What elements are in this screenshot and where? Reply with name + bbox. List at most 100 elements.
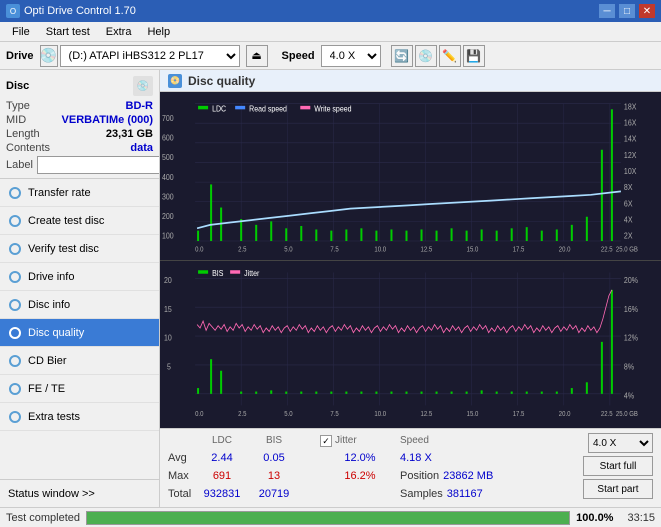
chart1-area: LDC Read speed Write speed xyxy=(160,92,661,260)
svg-text:100: 100 xyxy=(162,231,174,241)
svg-text:20.0: 20.0 xyxy=(559,246,571,253)
disc-quality-icon xyxy=(8,326,22,340)
samples-val: 381167 xyxy=(447,485,483,503)
jitter-label: Jitter xyxy=(335,433,357,449)
position-row: Position 23862 MB xyxy=(400,467,493,485)
speed-header: Speed xyxy=(400,433,450,449)
svg-text:17.5: 17.5 xyxy=(513,246,525,253)
content-area: 📀 Disc quality xyxy=(160,70,661,507)
svg-text:15.0: 15.0 xyxy=(467,246,479,253)
stats-total-bis: 20719 xyxy=(248,485,300,503)
svg-text:20%: 20% xyxy=(624,275,638,285)
stats-max-ldc: 691 xyxy=(196,467,248,485)
disc-length-val: 23,31 GB xyxy=(106,128,153,140)
svg-text:400: 400 xyxy=(162,172,174,182)
save-button[interactable]: 💾 xyxy=(463,45,485,67)
sidebar-label-verify-test-disc: Verify test disc xyxy=(28,243,99,255)
svg-text:10X: 10X xyxy=(624,167,636,177)
disc-type-key: Type xyxy=(6,100,30,112)
svg-text:14X: 14X xyxy=(624,134,636,144)
menu-bar: File Start test Extra Help xyxy=(0,22,661,42)
minimize-button[interactable]: ─ xyxy=(599,4,615,18)
svg-text:22.5: 22.5 xyxy=(601,246,613,253)
svg-text:12%: 12% xyxy=(624,333,638,343)
svg-text:25.0 GB: 25.0 GB xyxy=(616,246,638,253)
svg-text:5.0: 5.0 xyxy=(284,410,293,417)
speed-select[interactable]: 4.0 X 2.0 X 1.0 X xyxy=(321,45,381,67)
sidebar-item-drive-info[interactable]: Drive info xyxy=(0,263,159,291)
progress-area: Test completed 100.0% 33:15 xyxy=(0,507,661,527)
start-full-button[interactable]: Start full xyxy=(583,456,653,476)
menu-start-test[interactable]: Start test xyxy=(38,24,98,40)
drive-bar: Drive 💿 (D:) ATAPI iHBS312 2 PL17 ⏏ Spee… xyxy=(0,42,661,70)
menu-help[interactable]: Help xyxy=(139,24,178,40)
close-button[interactable]: ✕ xyxy=(639,4,655,18)
sidebar-item-disc-info[interactable]: Disc info xyxy=(0,291,159,319)
svg-text:200: 200 xyxy=(162,212,174,222)
eject-button[interactable]: ⏏ xyxy=(246,45,268,67)
refresh-button[interactable]: 🔄 xyxy=(391,45,413,67)
svg-text:20.0: 20.0 xyxy=(559,410,571,417)
svg-text:12.5: 12.5 xyxy=(421,410,433,417)
svg-text:22.5: 22.5 xyxy=(601,410,613,417)
sidebar-item-transfer-rate[interactable]: Transfer rate xyxy=(0,179,159,207)
drive-action-btns: 🔄 💿 ✏️ 💾 xyxy=(391,45,485,67)
progress-bar-container xyxy=(86,511,570,525)
disc-label-input[interactable] xyxy=(37,156,160,174)
disc-icon-btn[interactable]: 💿 xyxy=(133,76,153,96)
position-label: Position xyxy=(400,467,439,485)
disc-quality-icon-header: 📀 xyxy=(168,74,182,88)
stats-avg-row: Avg 2.44 0.05 12.0% 4.18 X xyxy=(168,449,579,467)
menu-extra[interactable]: Extra xyxy=(98,24,140,40)
sidebar-item-fe-te[interactable]: FE / TE xyxy=(0,375,159,403)
start-part-button[interactable]: Start part xyxy=(583,479,653,499)
svg-text:16X: 16X xyxy=(624,118,636,128)
disc-mid-row: MID VERBATIMe (000) xyxy=(6,114,153,126)
maximize-button[interactable]: □ xyxy=(619,4,635,18)
stats-max-jitter: 16.2% xyxy=(320,467,400,485)
menu-file[interactable]: File xyxy=(4,24,38,40)
svg-text:Write speed: Write speed xyxy=(314,104,351,114)
stats-speed-select[interactable]: 4.0 X 2.0 X xyxy=(588,433,653,453)
svg-text:BIS: BIS xyxy=(212,268,223,278)
stats-max-label: Max xyxy=(168,467,196,485)
status-window[interactable]: Status window >> xyxy=(0,479,159,507)
drive-select[interactable]: (D:) ATAPI iHBS312 2 PL17 xyxy=(60,45,240,67)
sidebar-item-extra-tests[interactable]: Extra tests xyxy=(0,403,159,431)
charts-container: LDC Read speed Write speed xyxy=(160,92,661,428)
disc-info-panel: Disc 💿 Type BD-R MID VERBATIMe (000) Len… xyxy=(0,70,159,179)
svg-text:20: 20 xyxy=(164,275,172,285)
progress-pct: 100.0% xyxy=(576,512,613,524)
sidebar-item-disc-quality[interactable]: Disc quality xyxy=(0,319,159,347)
svg-text:500: 500 xyxy=(162,153,174,163)
disc-contents-key: Contents xyxy=(6,142,50,154)
svg-text:600: 600 xyxy=(162,133,174,143)
sidebar-item-cd-bier[interactable]: CD Bier xyxy=(0,347,159,375)
disc-info-header: Disc 💿 xyxy=(6,76,153,96)
speed-label: Speed xyxy=(282,50,315,62)
svg-text:2.5: 2.5 xyxy=(238,246,247,253)
sidebar-item-verify-test-disc[interactable]: Verify test disc xyxy=(0,235,159,263)
svg-text:12.5: 12.5 xyxy=(421,246,433,253)
stats-avg-label: Avg xyxy=(168,449,196,467)
sidebar-item-create-test-disc[interactable]: Create test disc xyxy=(0,207,159,235)
sidebar-label-create-test-disc: Create test disc xyxy=(28,215,104,227)
stats-avg-jitter: 12.0% xyxy=(320,449,400,467)
samples-row: Samples 381167 xyxy=(400,485,483,503)
disc-contents-val: data xyxy=(130,142,153,154)
edit-button[interactable]: ✏️ xyxy=(439,45,461,67)
jitter-checkbox[interactable]: ✓ xyxy=(320,435,332,447)
stats-avg-speed: 4.18 X xyxy=(400,449,450,467)
stats-max-bis: 13 xyxy=(248,467,300,485)
disc-label: Disc xyxy=(6,80,29,92)
svg-text:15: 15 xyxy=(164,304,172,314)
svg-text:Jitter: Jitter xyxy=(244,268,260,278)
disc-button[interactable]: 💿 xyxy=(415,45,437,67)
svg-text:8%: 8% xyxy=(624,362,634,372)
fe-te-icon xyxy=(8,382,22,396)
svg-text:10: 10 xyxy=(164,333,172,343)
title-bar-left: O Opti Drive Control 1.70 xyxy=(6,4,136,18)
disc-length-key: Length xyxy=(6,128,40,140)
svg-text:0.0: 0.0 xyxy=(195,410,204,417)
sidebar-label-transfer-rate: Transfer rate xyxy=(28,187,91,199)
